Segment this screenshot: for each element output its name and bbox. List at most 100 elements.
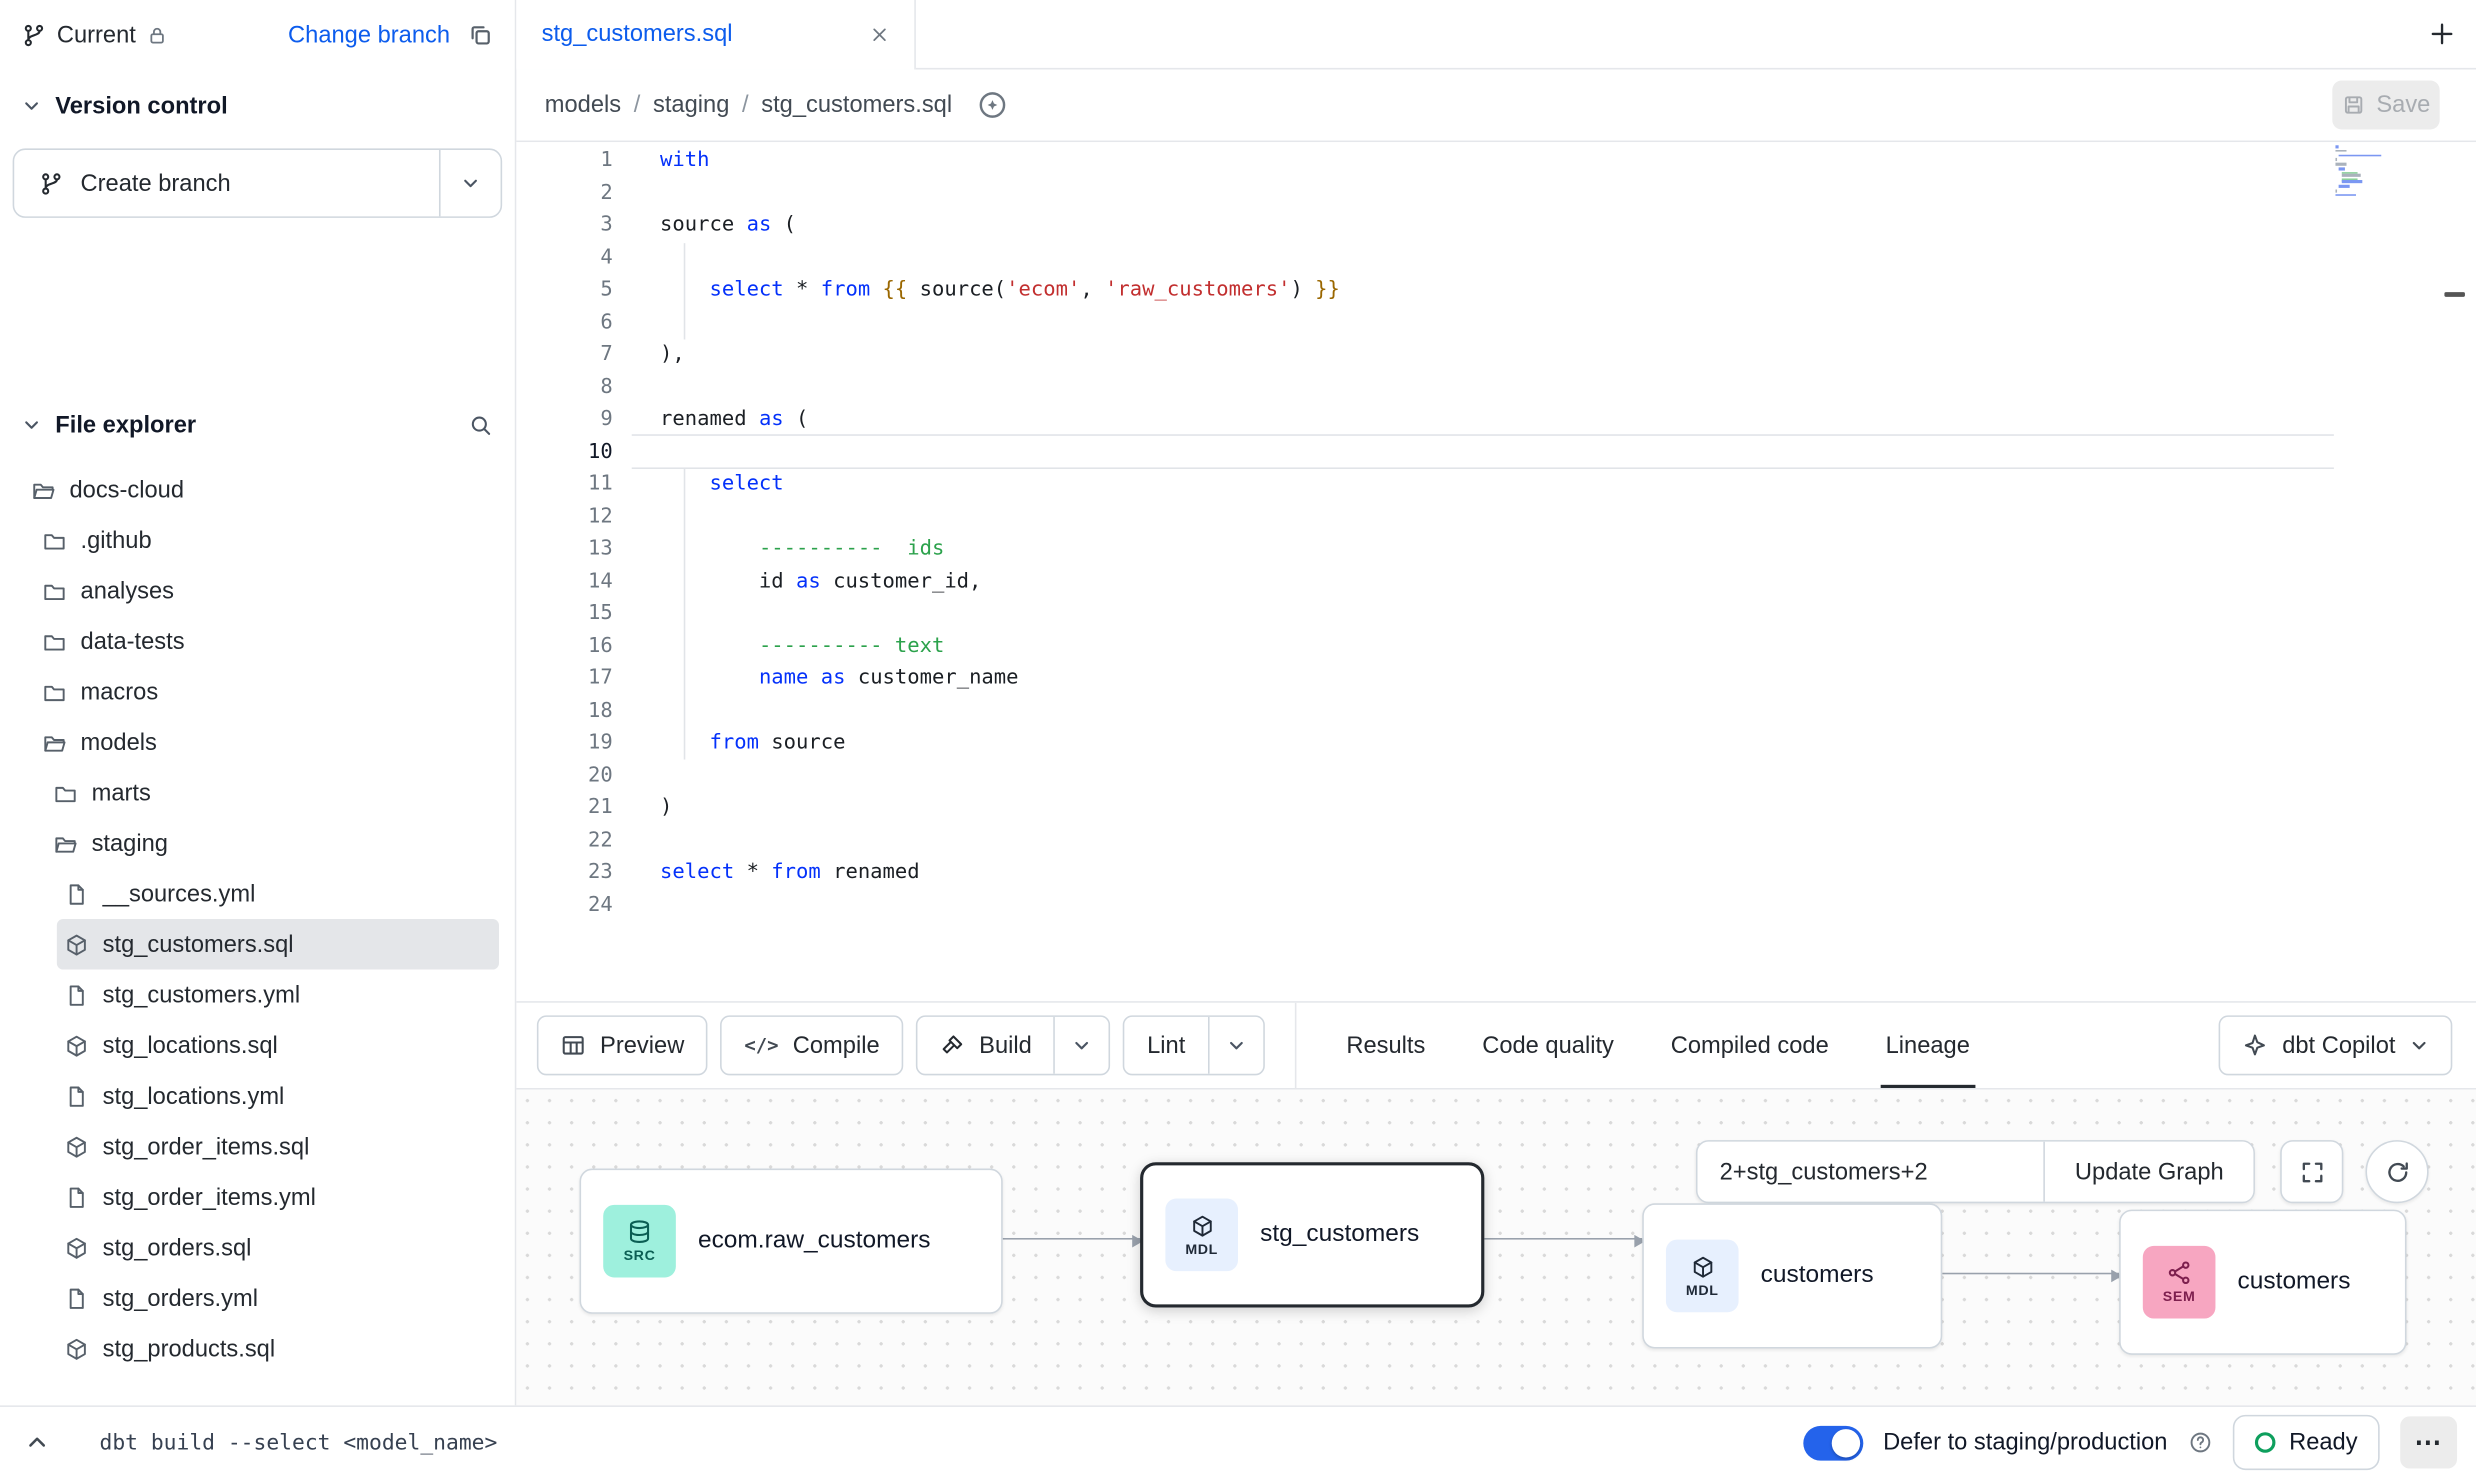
version-control-header[interactable]: Version control (0, 82, 515, 129)
line-number: 7 (516, 340, 631, 372)
refresh-button[interactable] (2365, 1140, 2428, 1203)
code-line[interactable]: ---------- text (632, 631, 2476, 663)
code-line[interactable]: ) (632, 793, 2476, 825)
code-line[interactable] (632, 178, 2476, 210)
line-number: 14 (516, 566, 631, 598)
file-tree-item-stg_customers.yml[interactable]: stg_customers.yml (0, 970, 515, 1021)
build-button-group: Build (916, 1015, 1111, 1075)
code-line[interactable]: renamed as ( (632, 404, 2476, 436)
create-branch-button[interactable]: Create branch (14, 150, 439, 216)
file-tree-item-stg_locations.yml[interactable]: stg_locations.yml (0, 1071, 515, 1122)
lineage-node-sem-customers[interactable]: SEMcustomers (2119, 1210, 2406, 1355)
help-icon[interactable] (2188, 1431, 2212, 1455)
code-line[interactable]: select (632, 469, 2476, 501)
file-tree-item-macros[interactable]: macros (0, 666, 515, 717)
preview-button[interactable]: Preview (537, 1015, 708, 1075)
lock-icon (147, 24, 168, 45)
new-tab-icon[interactable] (2429, 21, 2456, 48)
model-icon (65, 1236, 89, 1260)
code-line[interactable]: source as ( (632, 210, 2476, 242)
more-options-button[interactable]: ⋯ (2400, 1416, 2457, 1468)
file-tree-item-data-tests[interactable]: data-tests (0, 616, 515, 667)
code-line[interactable] (632, 501, 2476, 533)
code-line[interactable]: select * from renamed (632, 857, 2476, 889)
code-line[interactable]: id as customer_id, (632, 566, 2476, 598)
breadcrumb-models[interactable]: models (545, 92, 621, 119)
file-tree-item-stg_orders.yml[interactable]: stg_orders.yml (0, 1273, 515, 1324)
line-number: 15 (516, 598, 631, 630)
code-line[interactable] (632, 890, 2476, 922)
update-graph-button[interactable]: Update Graph (2043, 1142, 2253, 1202)
panel-tab-results[interactable]: Results (1318, 1003, 1454, 1088)
code-line[interactable]: name as customer_name (632, 663, 2476, 695)
code-line[interactable] (632, 825, 2476, 857)
minimap[interactable] (2334, 145, 2388, 211)
model-icon: MDL (1165, 1199, 1238, 1272)
current-branch-label: Current (57, 21, 136, 48)
file-tree-item-staging[interactable]: staging (0, 818, 515, 869)
panel-tab-lineage[interactable]: Lineage (1857, 1003, 1998, 1088)
lint-button[interactable]: Lint (1125, 1017, 1207, 1074)
lineage-node-mdl-customers[interactable]: MDLcustomers (1642, 1203, 1942, 1348)
file-tree-item-models[interactable]: models (0, 717, 515, 768)
lineage-node-src-ecom.raw_customers[interactable]: SRCecom.raw_customers (580, 1169, 1003, 1314)
change-branch-link[interactable]: Change branch (288, 21, 450, 48)
close-tab-icon[interactable] (870, 24, 889, 43)
file-explorer-header[interactable]: File explorer (0, 401, 515, 448)
build-button[interactable]: Build (918, 1017, 1054, 1074)
save-button[interactable]: Save (2332, 81, 2439, 130)
code-line[interactable] (632, 598, 2476, 630)
code-line[interactable]: ---------- ids (632, 534, 2476, 566)
code-line[interactable]: from source (632, 728, 2476, 760)
copilot-badge-icon[interactable] (977, 90, 1007, 120)
code-line[interactable] (632, 696, 2476, 728)
file-tree-item-.github[interactable]: .github (0, 515, 515, 566)
file-tree-item-stg_locations.sql[interactable]: stg_locations.sql (0, 1020, 515, 1071)
lineage-node-mdl-stg_customers[interactable]: MDLstg_customers (1140, 1162, 1484, 1307)
build-dropdown[interactable] (1056, 1017, 1110, 1074)
folder-icon (54, 781, 78, 805)
defer-toggle[interactable] (1803, 1425, 1863, 1460)
file-tree-item-docs-cloud[interactable]: docs-cloud (0, 464, 515, 515)
file-tree-item-__sources.yml[interactable]: __sources.yml (0, 868, 515, 919)
file-tree-item-stg_order_items.yml[interactable]: stg_order_items.yml (0, 1172, 515, 1223)
dbt-copilot-button[interactable]: dbt Copilot (2219, 1015, 2452, 1075)
compile-button[interactable]: </> Compile (721, 1015, 904, 1075)
tab-stg-customers-sql[interactable]: stg_customers.sql (516, 0, 916, 69)
chevron-up-icon[interactable] (25, 1431, 49, 1455)
code-line[interactable] (632, 760, 2476, 792)
code-line[interactable] (632, 372, 2476, 404)
copy-icon[interactable] (467, 22, 492, 47)
code-line[interactable]: select * from {{ source('ecom', 'raw_cus… (632, 275, 2476, 307)
search-icon[interactable] (469, 413, 493, 437)
code-line[interactable]: ), (632, 340, 2476, 372)
lineage-selector-input[interactable] (1698, 1142, 2044, 1202)
chevron-down-icon (461, 174, 480, 193)
scrollbar-mark (2444, 292, 2465, 297)
file-tree-item-analyses[interactable]: analyses (0, 565, 515, 616)
database-icon: SRC (603, 1205, 676, 1278)
status-badge[interactable]: Ready (2232, 1415, 2379, 1470)
file-tree-item-stg_order_items.sql[interactable]: stg_order_items.sql (0, 1121, 515, 1172)
fullscreen-button[interactable] (2280, 1140, 2343, 1203)
lineage-canvas[interactable]: Update Graph SRCecom.raw_customers MDLstg… (516, 1090, 2476, 1406)
code-line[interactable] (632, 307, 2476, 339)
chevron-down-icon (22, 415, 41, 434)
code-area[interactable]: with source as ( select * from {{ source(… (632, 142, 2476, 1001)
line-number: 10 (516, 437, 631, 469)
lint-dropdown[interactable] (1209, 1017, 1263, 1074)
file-name: docs-cloud (69, 476, 184, 503)
panel-tab-compiled-code[interactable]: Compiled code (1642, 1003, 1857, 1088)
panel-tab-code-quality[interactable]: Code quality (1454, 1003, 1643, 1088)
code-line[interactable] (632, 242, 2476, 274)
file-tree-item-stg_products.sql[interactable]: stg_products.sql (0, 1323, 515, 1374)
file-tree-item-marts[interactable]: marts (0, 767, 515, 818)
code-editor[interactable]: 123456789101112131415161718192021222324 … (516, 142, 2476, 1003)
breadcrumb-staging[interactable]: staging (653, 92, 729, 119)
create-branch-dropdown[interactable] (441, 150, 501, 216)
file-tree-item-stg_customers.sql[interactable]: stg_customers.sql (57, 919, 499, 970)
command-hint[interactable]: dbt build --select <model_name> (99, 1430, 497, 1455)
code-line[interactable]: with (632, 145, 2476, 177)
file-tree-item-stg_orders.sql[interactable]: stg_orders.sql (0, 1222, 515, 1273)
model-icon (65, 932, 89, 956)
